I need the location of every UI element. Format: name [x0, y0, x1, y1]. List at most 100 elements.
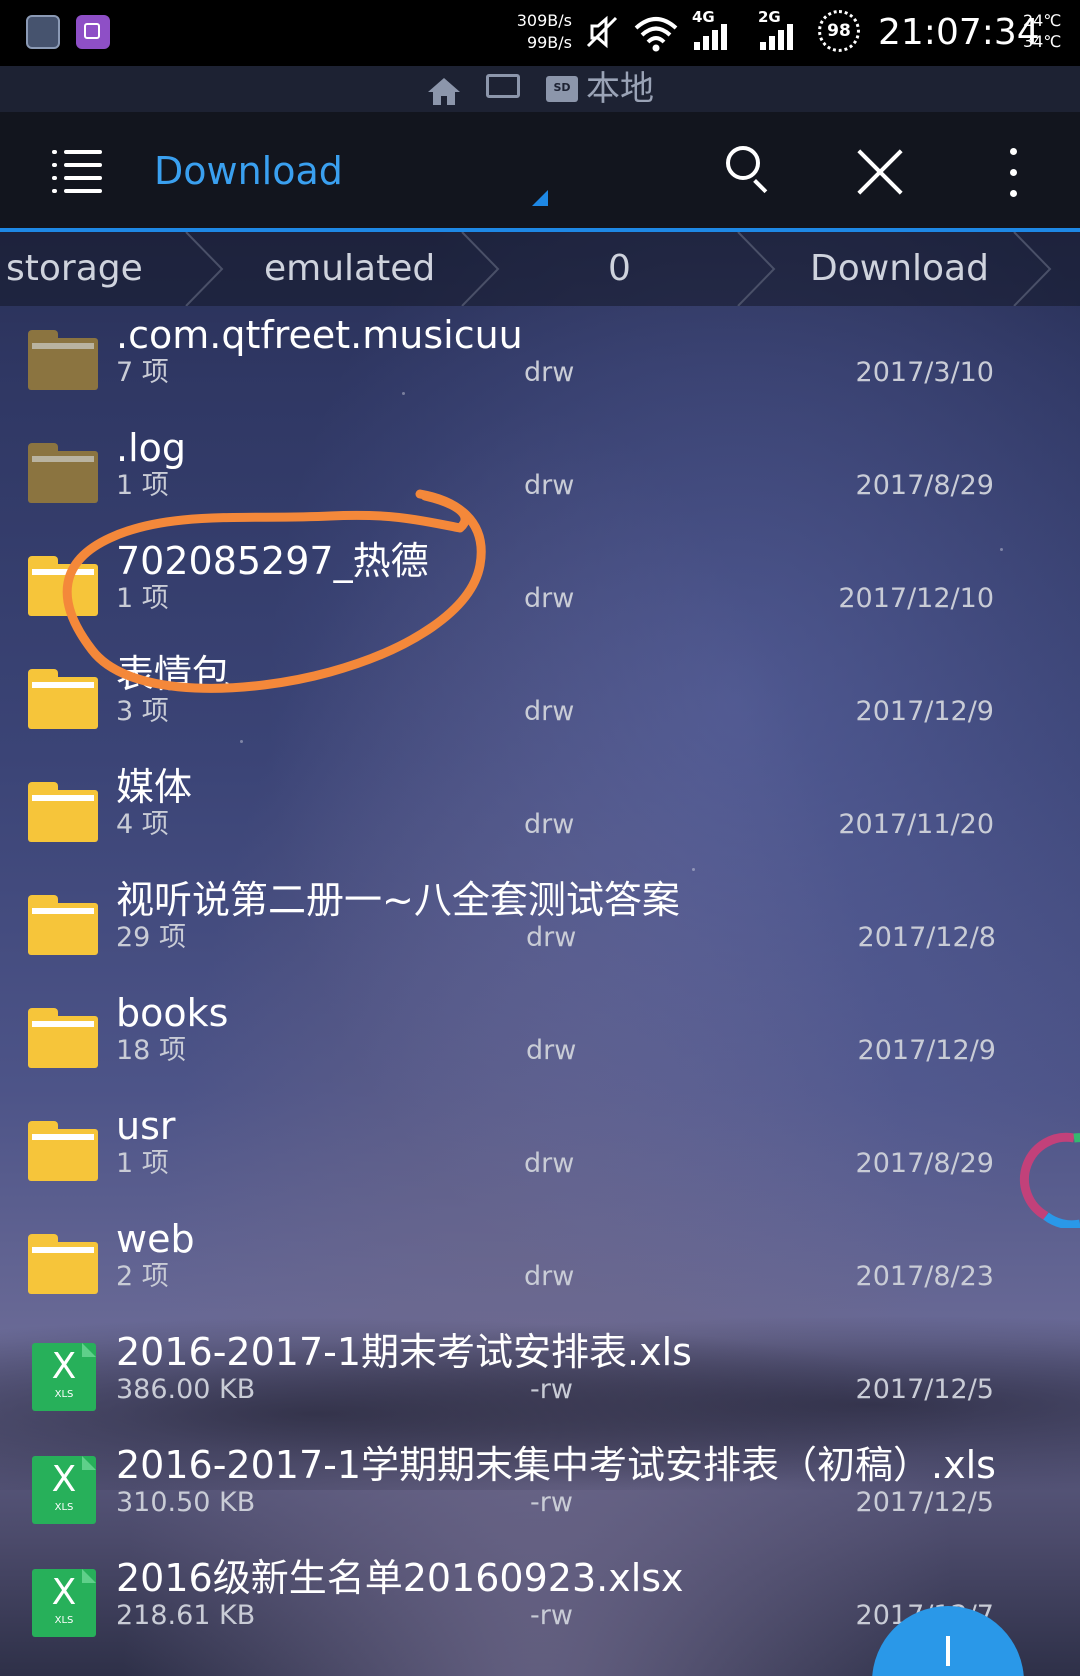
item-count: 29 项 — [116, 922, 186, 953]
file-size: 386.00 KB — [116, 1374, 256, 1405]
excel-icon-letter: X — [51, 1572, 77, 1613]
permissions: drw — [526, 922, 577, 953]
more-options-icon[interactable] — [1010, 148, 1020, 200]
chevron-right-icon — [182, 231, 226, 307]
modified-date: 2017/3/10 — [855, 357, 994, 388]
excel-icon-label: XLS — [54, 1502, 74, 1513]
file-name: 2016-2017-1学期期末集中考试安排表（初稿）.xls — [116, 1443, 996, 1487]
window-title-dropdown[interactable]: Download — [154, 146, 343, 196]
network-speed: 309B/s 99B/s — [510, 10, 572, 54]
search-icon[interactable] — [726, 146, 770, 194]
list-item[interactable]: X XLS 2016-2017-1学期期末集中考试安排表（初稿）.xls 310… — [0, 1436, 1080, 1549]
permissions: -rw — [530, 1487, 573, 1518]
breadcrumb-emulated[interactable]: emulated — [264, 246, 435, 292]
temperature: 24℃ 34℃ — [1023, 10, 1061, 52]
mute-icon — [584, 14, 620, 50]
file-name: 702085297_热德 — [116, 539, 429, 583]
hidden-folder-icon — [28, 330, 98, 390]
signal-icon — [694, 22, 727, 50]
arrow-down-icon — [946, 1636, 950, 1666]
chevron-right-icon — [1010, 231, 1054, 307]
list-item[interactable]: 媒体 4 项 drw 2017/11/20 — [0, 758, 1080, 871]
excel-file-icon: X XLS — [32, 1569, 96, 1637]
gallery-app-icon — [76, 15, 110, 49]
toolbar: Download — [0, 112, 1080, 228]
status-bar: 309B/s 99B/s 4G 2G 98 21:07:34 24℃ 34℃ — [0, 0, 1080, 66]
menu-icon[interactable] — [52, 150, 102, 194]
download-speed: 99B/s — [526, 33, 572, 52]
breadcrumb-0[interactable]: 0 — [608, 246, 631, 292]
screen: 309B/s 99B/s 4G 2G 98 21:07:34 24℃ 34℃ S… — [0, 0, 1080, 1676]
modified-date: 2017/12/9 — [857, 1035, 996, 1066]
breadcrumb: storage emulated 0 Download — [0, 231, 1080, 307]
folder-icon — [28, 556, 98, 616]
file-name: books — [116, 991, 229, 1035]
list-item[interactable]: web 2 项 drw 2017/8/23 — [0, 1210, 1080, 1323]
close-icon[interactable] — [854, 146, 906, 198]
item-count: 1 项 — [116, 470, 169, 501]
modified-date: 2017/11/20 — [838, 809, 994, 840]
item-count: 4 项 — [116, 809, 169, 840]
list-item[interactable]: X XLS 2016-2017-1期末考试安排表.xls 386.00 KB -… — [0, 1323, 1080, 1436]
item-count: 3 项 — [116, 696, 169, 727]
list-item[interactable]: books 18 项 drw 2017/12/9 — [0, 984, 1080, 1097]
permissions: drw — [524, 583, 575, 614]
location-label[interactable]: 本地 — [586, 68, 654, 110]
upload-speed: 309B/s — [516, 11, 572, 30]
list-item[interactable]: .com.qtfreet.musicuu 7 项 drw 2017/3/10 — [0, 306, 1080, 419]
list-item[interactable]: .log 1 项 drw 2017/8/29 — [0, 419, 1080, 532]
permissions: -rw — [530, 1600, 573, 1631]
folder-icon — [28, 1234, 98, 1294]
sd-card-icon[interactable]: SD — [546, 76, 578, 102]
permissions: drw — [526, 1035, 577, 1066]
folder-icon — [28, 1121, 98, 1181]
folder-icon — [28, 895, 98, 955]
folder-icon — [28, 782, 98, 842]
folder-icon — [28, 669, 98, 729]
file-name: usr — [116, 1104, 176, 1148]
file-name: 2016-2017-1期末考试安排表.xls — [116, 1330, 692, 1374]
home-icon[interactable] — [426, 76, 462, 106]
permissions: drw — [524, 1261, 575, 1292]
file-name: web — [116, 1217, 195, 1261]
permissions: -rw — [530, 1374, 573, 1405]
excel-file-icon: X XLS — [32, 1343, 96, 1411]
list-item[interactable]: 702085297_热德 1 项 drw 2017/12/10 — [0, 532, 1080, 645]
modified-date: 2017/12/5 — [855, 1487, 994, 1518]
chevron-right-icon — [458, 231, 502, 307]
list-item[interactable]: 视听说第二册一~八全套测试答案 29 项 drw 2017/12/8 — [0, 871, 1080, 984]
modified-date: 2017/12/8 — [857, 922, 996, 953]
file-size: 310.50 KB — [116, 1487, 256, 1518]
item-count: 1 项 — [116, 1148, 169, 1179]
permissions: drw — [524, 809, 575, 840]
modified-date: 2017/12/10 — [838, 583, 994, 614]
location-bar: SD 本地 — [0, 66, 1080, 112]
file-size: 218.61 KB — [116, 1600, 256, 1631]
floating-assistant-widget[interactable] — [1018, 1128, 1080, 1230]
battery-indicator: 98 — [818, 10, 860, 52]
modified-date: 2017/12/9 — [855, 696, 994, 727]
list-item[interactable]: usr 1 项 drw 2017/8/29 — [0, 1097, 1080, 1210]
excel-icon-letter: X — [51, 1459, 77, 1500]
breadcrumb-download[interactable]: Download — [810, 246, 989, 292]
excel-icon-label: XLS — [54, 1615, 74, 1626]
temperature-2: 34℃ — [1023, 32, 1062, 51]
permissions: drw — [524, 470, 575, 501]
dropdown-caret-icon[interactable] — [532, 190, 548, 206]
list-item[interactable]: 表情包 3 项 drw 2017/12/9 — [0, 645, 1080, 758]
permissions: drw — [524, 357, 575, 388]
es-explorer-app-icon — [26, 15, 60, 49]
breadcrumb-storage[interactable]: storage — [6, 246, 143, 292]
modified-date: 2017/8/29 — [855, 1148, 994, 1179]
item-count: 2 项 — [116, 1261, 169, 1292]
item-count: 1 项 — [116, 583, 169, 614]
signal-icon — [760, 22, 793, 50]
network-pc-icon[interactable] — [486, 74, 520, 98]
excel-icon-letter: X — [51, 1346, 77, 1387]
file-name: .log — [116, 426, 187, 470]
file-name: .com.qtfreet.musicuu — [116, 313, 523, 357]
modified-date: 2017/8/29 — [855, 470, 994, 501]
folder-icon — [28, 1008, 98, 1068]
excel-file-icon: X XLS — [32, 1456, 96, 1524]
temperature-1: 24℃ — [1023, 11, 1062, 30]
